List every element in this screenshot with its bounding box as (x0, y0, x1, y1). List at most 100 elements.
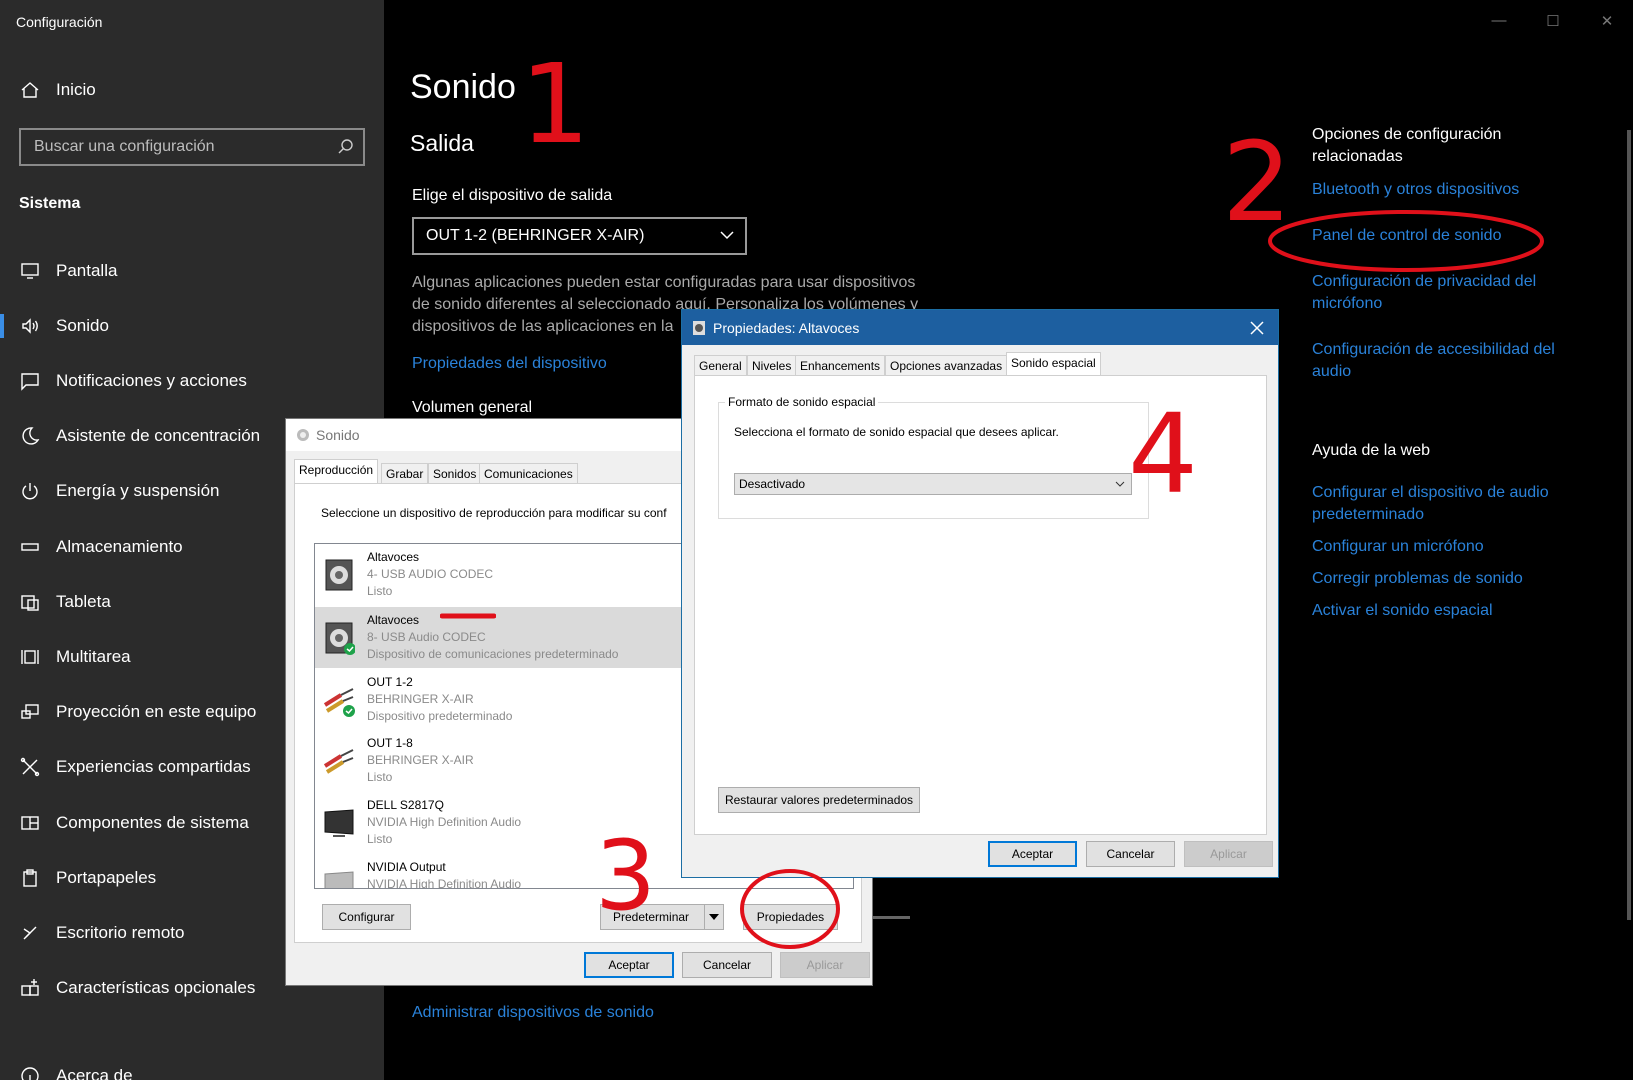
tab-sonidos[interactable]: Sonidos (428, 463, 482, 483)
help-link[interactable]: Corregir problemas de sonido (1312, 570, 1523, 588)
set-default-dropdown[interactable] (704, 904, 724, 930)
maximize-icon[interactable]: ☐ (1538, 12, 1568, 34)
bluetooth-link[interactable]: Bluetooth y otros dispositivos (1312, 181, 1519, 199)
volume-label: Volumen general (412, 399, 533, 416)
device-driver: 8- USB Audio CODEC (367, 630, 486, 644)
monitor-device-icon (324, 871, 354, 888)
help-heading: Ayuda de la web (1312, 442, 1431, 459)
sidebar-item-label: Pantalla (56, 261, 118, 280)
power-icon (18, 479, 42, 503)
mic-privacy-link[interactable]: micrófono (1312, 295, 1382, 313)
remote-icon (18, 921, 42, 945)
chevron-down-icon (1115, 481, 1125, 487)
help-link[interactable]: Configurar el dispositivo de audio (1312, 484, 1549, 502)
mic-privacy-link[interactable]: Configuración de privacidad del (1312, 273, 1536, 291)
tab-comunicaciones[interactable]: Comunicaciones (479, 463, 578, 483)
audio-accessibility-link[interactable]: audio (1312, 363, 1351, 381)
manage-devices-link[interactable]: Administrar dispositivos de sonido (412, 1004, 654, 1022)
related-heading: relacionadas (1312, 148, 1403, 165)
help-link[interactable]: Activar el sonido espacial (1312, 602, 1493, 620)
sidebar-item-pantalla[interactable]: Pantalla (0, 251, 384, 291)
sidebar-item-label: Notificaciones y acciones (56, 371, 247, 390)
output-device-dropdown[interactable]: OUT 1-2 (BEHRINGER X-AIR) (412, 217, 747, 255)
restore-defaults-button[interactable]: Restaurar valores predeterminados (718, 787, 920, 813)
minimize-icon[interactable]: — (1484, 12, 1514, 34)
sound-control-panel-link[interactable]: Panel de control de sonido (1312, 227, 1501, 245)
scrollbar[interactable] (1625, 0, 1633, 1080)
spatial-format-value: Desactivado (739, 477, 806, 491)
help-link[interactable]: Configurar un micrófono (1312, 538, 1484, 556)
sidebar-item-label: Tableta (56, 592, 111, 611)
page-title: Sonido (410, 68, 516, 106)
device-status: Listo (367, 832, 393, 846)
speaker-device-icon (325, 622, 355, 655)
spatial-format-dropdown[interactable]: Desactivado (734, 473, 1132, 495)
device-status: Dispositivo de comunicaciones predetermi… (367, 647, 619, 661)
spatial-format-group: Formato de sonido espacial Selecciona el… (718, 395, 1149, 519)
scrollbar-thumb[interactable] (1627, 130, 1631, 920)
set-default-label: Predeterminar (613, 910, 690, 924)
tab-panel: Formato de sonido espacial Selecciona el… (694, 375, 1267, 835)
device-driver: BEHRINGER X-AIR (367, 753, 474, 767)
properties-dialog: Propiedades: Altavoces General Niveles E… (681, 309, 1279, 878)
moon-icon (18, 424, 42, 448)
optional-icon (18, 976, 42, 1000)
tab-reproduccion[interactable]: Reproducción (294, 459, 379, 483)
tab-enhancements[interactable]: Enhancements (795, 355, 886, 375)
sidebar-item-label: Componentes de sistema (56, 813, 249, 832)
sidebar-item-label: Acerca de (56, 1066, 133, 1080)
device-name: Altavoces (367, 550, 420, 564)
tab-grabar[interactable]: Grabar (381, 463, 429, 483)
tab-general[interactable]: General (694, 355, 747, 375)
rca-cable-icon (323, 749, 354, 774)
help-link[interactable]: predeterminado (1312, 506, 1424, 524)
configure-button[interactable]: Configurar (322, 904, 411, 930)
sidebar-item-label: Portapapeles (56, 868, 157, 887)
sidebar-item-label: Experiencias compartidas (56, 757, 251, 776)
monitor-icon (18, 259, 42, 283)
sidebar-item-label: Multitarea (56, 647, 131, 666)
tab-sonido-espacial[interactable]: Sonido espacial (1006, 352, 1101, 376)
device-name: DELL S2817Q (367, 798, 444, 812)
apply-button[interactable]: Aplicar (1184, 841, 1273, 867)
device-driver: 4- USB AUDIO CODEC (367, 567, 494, 581)
device-driver: NVIDIA High Definition Audio (367, 815, 522, 829)
description-line: Algunas aplicaciones pueden estar config… (412, 274, 916, 291)
rca-cable-icon (323, 688, 355, 717)
multitask-icon (18, 645, 42, 669)
dialog-title: Propiedades: Altavoces (713, 319, 860, 336)
instruction-text: Seleccione un dispositivo de reproducció… (321, 506, 667, 520)
section-title: Salida (410, 130, 474, 156)
device-properties-link[interactable]: Propiedades del dispositivo (412, 355, 607, 373)
search-icon[interactable] (337, 138, 355, 156)
speaker-device-icon (325, 559, 353, 591)
device-name: OUT 1-8 (367, 736, 413, 750)
close-icon[interactable]: ✕ (1592, 12, 1622, 34)
tab-niveles[interactable]: Niveles (747, 355, 797, 375)
sidebar-item-label: Escritorio remoto (56, 923, 185, 942)
cancel-button[interactable]: Cancelar (682, 952, 772, 978)
storage-icon (18, 535, 42, 559)
audio-accessibility-link[interactable]: Configuración de accesibilidad del (1312, 341, 1555, 359)
cancel-button[interactable]: Cancelar (1086, 841, 1175, 867)
ok-button[interactable]: Aceptar (584, 952, 674, 978)
sidebar-item-acerca[interactable]: Acerca de (0, 1056, 384, 1080)
search-box[interactable] (19, 128, 365, 166)
nav-home[interactable]: Inicio (0, 70, 384, 110)
sidebar-item-label: Sonido (56, 316, 109, 335)
ok-button[interactable]: Aceptar (988, 841, 1077, 867)
tab-opciones-avanzadas[interactable]: Opciones avanzadas (885, 355, 1008, 375)
dialog-title: Sonido (316, 427, 360, 443)
group-label: Formato de sonido espacial (725, 395, 879, 409)
sidebar-item-sonido[interactable]: Sonido (0, 306, 384, 346)
apply-button[interactable]: Aplicar (780, 952, 870, 978)
sidebar-item-label: Proyección en este equipo (56, 702, 257, 721)
output-device-value: OUT 1-2 (BEHRINGER X-AIR) (426, 227, 645, 244)
properties-button[interactable]: Propiedades (743, 904, 838, 930)
close-icon[interactable] (1250, 321, 1264, 335)
sidebar-item-notificaciones[interactable]: Notificaciones y acciones (0, 361, 384, 401)
tablet-icon (18, 590, 42, 614)
nav-home-label: Inicio (56, 80, 96, 99)
search-input[interactable] (21, 130, 321, 164)
speaker-device-icon (693, 320, 705, 335)
